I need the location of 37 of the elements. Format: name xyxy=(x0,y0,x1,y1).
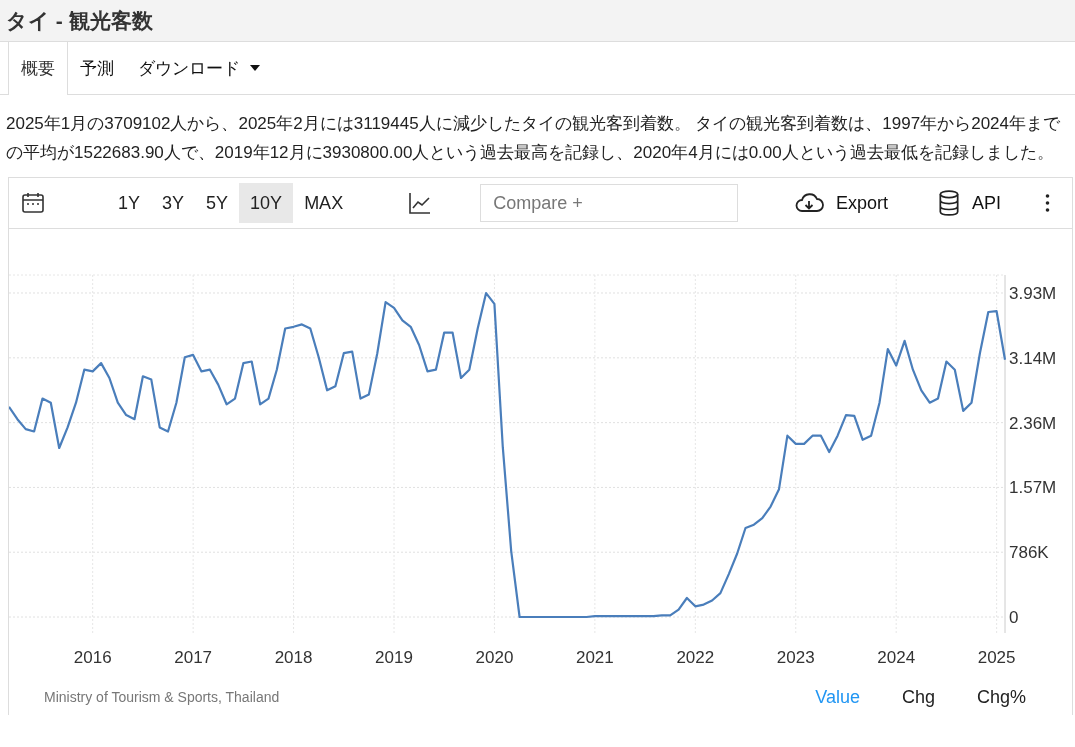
x-axis-label: 2022 xyxy=(676,648,715,667)
y-axis-label: 0 xyxy=(1009,608,1019,627)
tab[interactable]: 概要 xyxy=(8,42,68,95)
range-button[interactable]: 3Y xyxy=(151,183,196,223)
database-icon xyxy=(938,190,960,216)
x-axis-label: 2020 xyxy=(475,648,514,667)
api-button[interactable]: API xyxy=(932,189,1007,217)
x-axis-label: 2016 xyxy=(73,648,112,667)
y-axis-label: 3.14M xyxy=(1009,348,1057,368)
x-axis-label: 2017 xyxy=(174,648,213,667)
source-text: Ministry of Tourism & Sports, Thailand xyxy=(44,689,280,705)
compare-field[interactable]: Compare + xyxy=(480,184,739,222)
cloud-download-icon xyxy=(793,192,824,214)
range-button[interactable]: 5Y xyxy=(195,183,240,223)
summary-text: 2025年1月の3709102人から、2025年2月には3119445人に減少したタイの観光客到着数。 タイの観光客到着数は、1997年から2024年までの平均が1522683.90人で、2019年12月に3930800.00人という過去最高を記録し、2020年4月には0.00人という過去最低を記録しました。 xyxy=(6,113,1061,164)
mode-tab[interactable]: Chg xyxy=(895,685,941,709)
y-axis-label: 3.93M xyxy=(1009,284,1057,303)
calendar-icon[interactable] xyxy=(21,191,45,215)
mode-tab[interactable]: Chg% xyxy=(970,685,1032,709)
x-axis-label: 2023 xyxy=(776,648,815,667)
x-axis-label: 2024 xyxy=(877,648,916,667)
range-button[interactable]: MAX xyxy=(293,183,355,223)
y-axis-label: 2.36M xyxy=(1009,413,1057,433)
x-axis-label: 2018 xyxy=(274,648,313,667)
tab[interactable]: ダウンロード xyxy=(126,42,272,94)
y-axis-label: 786K xyxy=(1009,543,1049,563)
range-button[interactable]: 1Y xyxy=(107,183,152,223)
y-axis-label: 1.57M xyxy=(1009,478,1057,498)
more-icon[interactable] xyxy=(1045,194,1050,212)
x-axis-label: 2021 xyxy=(575,648,614,667)
export-button[interactable]: Export xyxy=(787,191,894,215)
tab[interactable]: 予測 xyxy=(68,42,126,94)
page-title: タイ - 観光客数 xyxy=(6,7,153,34)
x-axis-label: 2025 xyxy=(977,648,1016,667)
line-chart-icon[interactable] xyxy=(408,191,433,215)
range-button[interactable]: 10Y xyxy=(239,183,294,223)
x-axis-label: 2019 xyxy=(375,648,413,667)
